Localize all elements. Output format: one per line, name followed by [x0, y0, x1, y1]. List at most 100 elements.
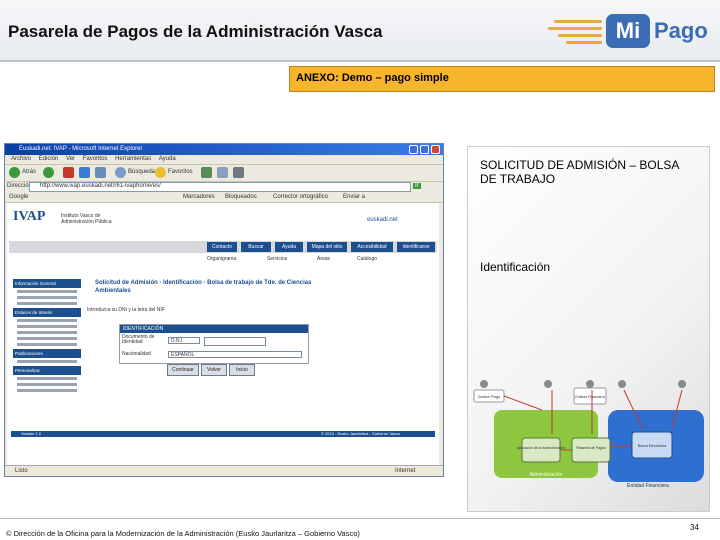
browser-status-bar: Listo Internet [5, 465, 443, 476]
google-toolbar-label[interactable]: Google [9, 194, 28, 200]
ivap-nav-bar: Contacto Buscar Ayuda Mapa del sitio Acc… [9, 241, 437, 253]
close-icon[interactable] [431, 145, 440, 154]
bookmarks-link[interactable]: Marcadores [183, 194, 215, 200]
sidebar-info-general[interactable]: Información General [13, 279, 81, 288]
ivap-web-page: IVAP Instituto Vasco de Administración P… [7, 203, 439, 465]
person-icon [544, 380, 552, 388]
subnav-catalogo[interactable]: Catálogo [357, 256, 377, 262]
sidebar-enlaces[interactable]: Enlaces de Interés [13, 308, 81, 317]
node-label-gestor: Gestor Pago [478, 394, 501, 399]
nav-ayuda[interactable]: Ayuda [275, 242, 303, 252]
node-label-financial-entity: Entidad Financiera [575, 395, 604, 399]
nav-buscar[interactable]: Buscar [241, 242, 271, 252]
forward-arrow-icon[interactable] [43, 167, 54, 178]
sidebar-publicaciones[interactable]: Publicaciones [13, 349, 81, 358]
identification-form: IDENTIFICACIÓN Documento de Identidad D.… [119, 324, 309, 364]
go-button[interactable]: Ir [413, 183, 421, 189]
subnav-servicios[interactable]: Servicios [267, 256, 287, 262]
section-heading: SOLICITUD DE ADMISIÓN – BOLSA DE TRABAJO [480, 158, 679, 186]
nav-identificarse[interactable]: Identificarse [397, 242, 435, 252]
nav-accesibilidad[interactable]: Accesibilidad [351, 242, 393, 252]
browser-toolbar: Atrás Búsqueda Favoritos [5, 164, 443, 182]
node-label-gateway: Pasarela de Pagos [576, 446, 606, 450]
footer-version: Versión 1.0 [21, 431, 42, 436]
admin-area-label: Administración [530, 472, 563, 478]
address-url: http://www.ivap.euskadi.net/r61-ivaphome… [40, 183, 161, 189]
mail-icon[interactable] [217, 167, 228, 178]
sidebar-personalizar[interactable]: Personalizar [13, 366, 81, 375]
browser-menu-bar: Archivo Edición Ver Favoritos Herramient… [5, 155, 443, 164]
menu-archivo[interactable]: Archivo [11, 156, 31, 162]
stop-icon[interactable] [63, 167, 74, 178]
volver-button[interactable]: Volver [201, 364, 227, 376]
ivap-sidebar: Información General Enlaces de Interés P… [13, 279, 81, 429]
nav-mapa[interactable]: Mapa del sitio [307, 242, 347, 252]
back-arrow-icon[interactable] [9, 167, 20, 178]
document-type-select[interactable]: D.N.I [168, 337, 200, 344]
person-icon [618, 380, 626, 388]
field-label-nacionalidad: Nacionalidad [122, 351, 151, 357]
history-icon[interactable] [201, 167, 212, 178]
form-title: Solicitud de Admisión - Identificación -… [95, 280, 312, 294]
footer-copyright: © 2010 - Eusko Jaurlaritza - Gobierno Va… [321, 431, 401, 436]
address-bar: Dirección http://www.ivap.euskadi.net/r6… [5, 181, 443, 192]
search-label[interactable]: Búsqueda [128, 169, 155, 175]
node-label-admin-app: Aplicación de la Administración [517, 446, 565, 450]
menu-herramientas[interactable]: Herramientas [115, 156, 151, 162]
maximize-icon[interactable] [420, 145, 429, 154]
logo-pago: Pago [654, 18, 708, 43]
person-icon [480, 380, 488, 388]
form-instruction: Introduzca su DNI y la letra del NIF [87, 307, 165, 313]
slide-title: Pasarela de Pagos de la Administración V… [8, 22, 383, 41]
logo-mi: Mi [606, 14, 650, 48]
payment-flow-diagram: Gestor Pago Aplicación de la Administrac… [473, 380, 704, 489]
browser-screenshot: Euskadi.net: IVAP - Microsoft Internet E… [4, 143, 444, 477]
browser-title-bar: Euskadi.net: IVAP - Microsoft Internet E… [5, 144, 443, 155]
continuar-button[interactable]: Continuar [167, 364, 199, 376]
send-to-link[interactable]: Enviar a [343, 194, 365, 200]
node-label-e-banking: Banca Electrónica [638, 444, 666, 448]
spellcheck-link[interactable]: Corrector ortográfico [273, 194, 328, 200]
bank-area-label: Entidad Financiera [627, 483, 669, 489]
print-icon[interactable] [233, 167, 244, 178]
nationality-select[interactable]: ESPAÑOL [168, 351, 302, 358]
form-section-header: IDENTIFICACIÓN [120, 325, 308, 333]
annex-banner: ANEXO: Demo – pago simple [289, 66, 715, 92]
subnav-organigrama[interactable]: Organigrama [207, 256, 236, 262]
back-label[interactable]: Atrás [22, 169, 36, 175]
mipago-logo: Mi Pago [548, 10, 716, 52]
menu-favoritos[interactable]: Favoritos [83, 156, 108, 162]
document-number-input[interactable] [204, 337, 266, 346]
menu-edicion[interactable]: Edición [39, 156, 59, 162]
blocked-link[interactable]: Bloqueados [225, 194, 257, 200]
status-text: Listo [15, 468, 28, 474]
person-icon [586, 380, 594, 388]
field-label-documento: Documento de Identidad [122, 334, 155, 345]
gateway-node [571, 437, 611, 463]
browser-window-title: Euskadi.net: IVAP - Microsoft Internet E… [19, 146, 143, 152]
person-icon [678, 380, 686, 388]
menu-ayuda[interactable]: Ayuda [159, 156, 176, 162]
step-label: Identificación [480, 260, 551, 274]
links-bar: Google Marcadores Bloqueados Corrector o… [5, 192, 443, 203]
subnav-areas[interactable]: Áreas [317, 256, 330, 262]
footer-divider [0, 518, 720, 519]
ivap-logo: IVAP [13, 209, 46, 224]
ivap-full-name: Instituto Vasco de Administración Públic… [61, 213, 112, 225]
slide-footer: © Dirección de la Oficina para la Modern… [6, 529, 360, 538]
favorites-label[interactable]: Favoritos [168, 169, 193, 175]
refresh-icon[interactable] [79, 167, 90, 178]
address-input[interactable]: http://www.ivap.euskadi.net/r61-ivaphome… [29, 182, 411, 192]
favorites-star-icon[interactable] [155, 167, 166, 178]
menu-ver[interactable]: Ver [66, 156, 75, 162]
ivap-subnav: Organigrama Servicios Áreas Catálogo [207, 256, 435, 264]
admin-app-node [521, 437, 561, 463]
home-icon[interactable] [95, 167, 106, 178]
annex-label: ANEXO: Demo – pago simple [296, 72, 449, 84]
status-zone: Internet [395, 468, 416, 474]
inicio-button[interactable]: Inicio [229, 364, 255, 376]
nav-contacto[interactable]: Contacto [207, 242, 237, 252]
minimize-icon[interactable] [409, 145, 418, 154]
ivap-page-footer: Versión 1.0 © 2010 - Eusko Jaurlaritza -… [11, 431, 435, 437]
search-icon[interactable] [115, 167, 126, 178]
